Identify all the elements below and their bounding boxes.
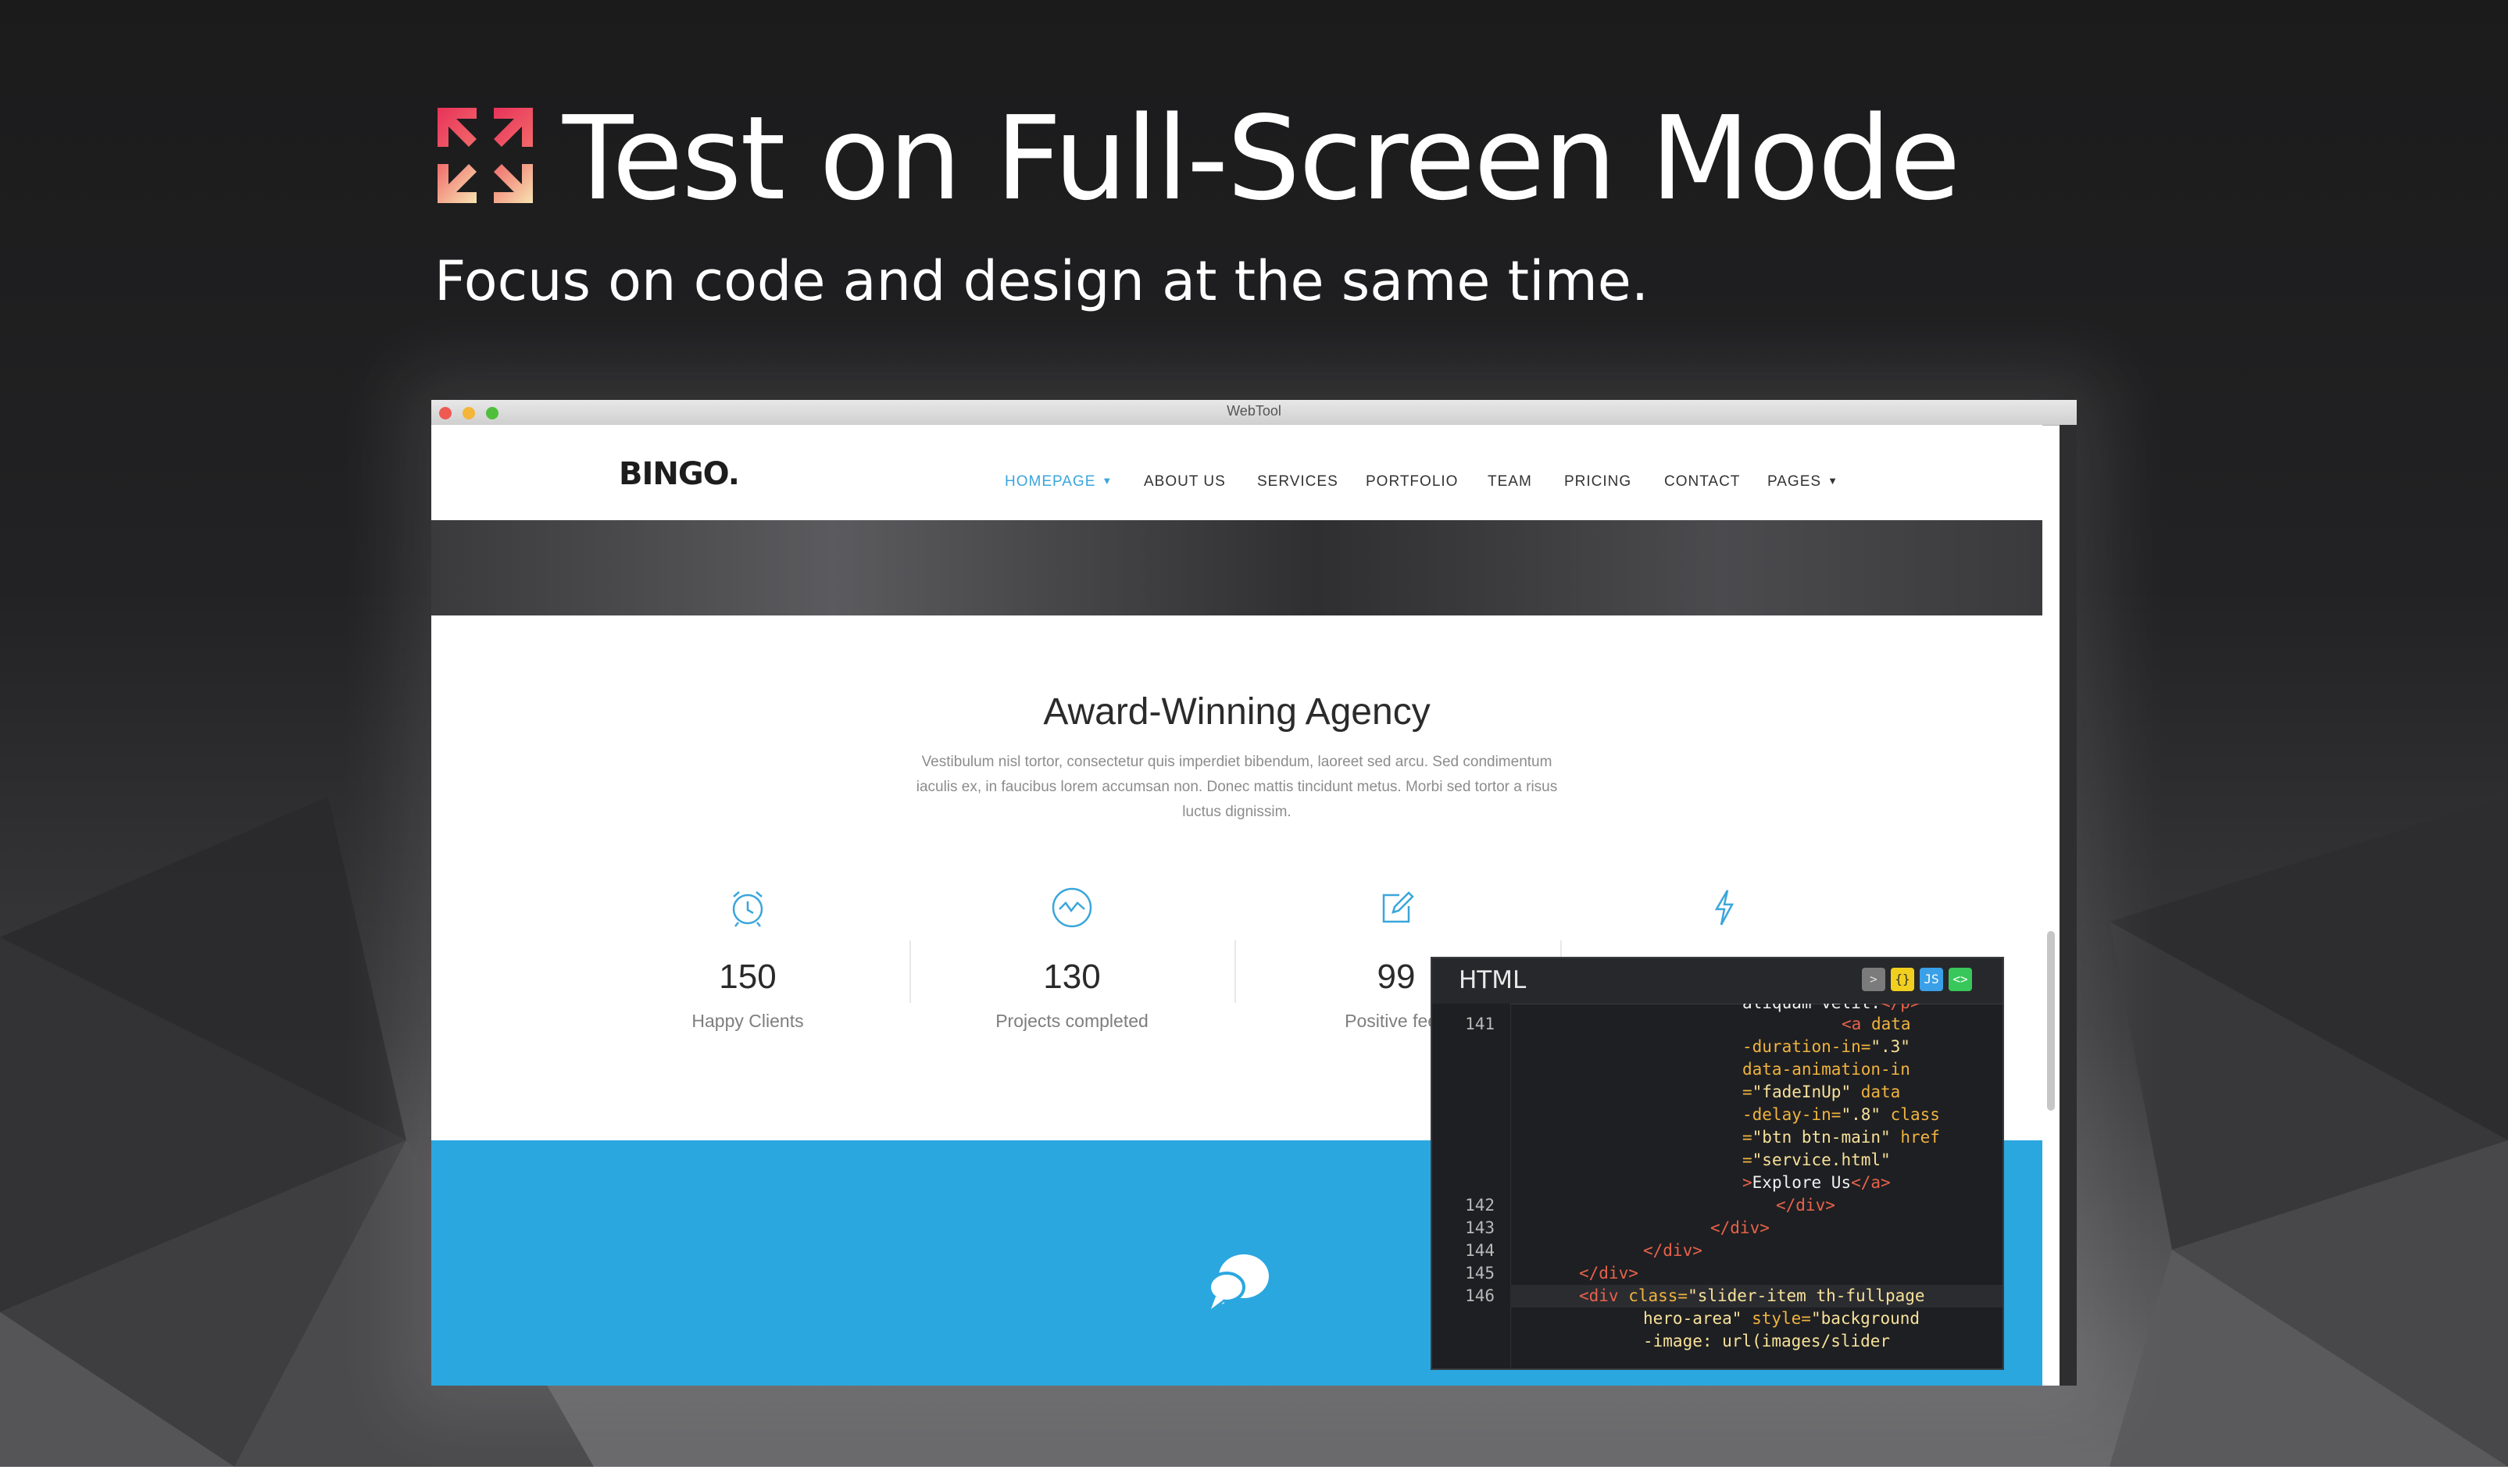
code-line-active: <div class="slider-item th-fullpage: [1510, 1285, 2002, 1307]
code-line: <a data: [1842, 1015, 1911, 1033]
code-editor[interactable]: aliquam velit.</p> <a data -duration-in=…: [1510, 1004, 2002, 1368]
code-line: </div>: [1710, 1218, 1770, 1237]
window-right-edge: [2060, 425, 2077, 1386]
page-scrollbar[interactable]: [2047, 931, 2055, 1111]
section-title: Award-Winning Agency: [1043, 691, 1431, 733]
stat-divider: [1234, 940, 1236, 1003]
code-line: ="btn btn-main" href: [1742, 1128, 1940, 1147]
activity-circle-icon: [955, 886, 1189, 933]
nav-item-label: PAGES: [1767, 473, 1822, 490]
stat-label: Projects completed: [995, 1011, 1149, 1031]
nav-item-team[interactable]: TEAM: [1488, 473, 1532, 491]
line-number: 143: [1465, 1218, 1495, 1237]
hero-image-strip: [431, 520, 2042, 615]
line-number: 146: [1465, 1286, 1495, 1305]
code-line: -duration-in=".3": [1742, 1037, 1910, 1056]
code-line: >Explore Us</a>: [1742, 1173, 1891, 1192]
alarm-clock-icon: [631, 886, 865, 933]
fullscreen-logo-icon: [438, 108, 533, 203]
collapse-control-icon[interactable]: >: [1862, 968, 1885, 991]
stat-divider: [909, 940, 911, 1003]
page-subheadline: Focus on code and design at the same tim…: [434, 249, 1649, 313]
nav-item-contact[interactable]: CONTACT: [1664, 473, 1740, 491]
line-number: 142: [1465, 1196, 1495, 1215]
line-number: 141: [1465, 1015, 1495, 1033]
window-titlebar: WebTool: [431, 400, 2077, 426]
site-navbar: BINGO. HOMEPAGE ▼ ABOUT US SERVICES PORTF…: [431, 425, 2042, 515]
bottom-strip: [0, 1467, 2508, 1484]
css-control-icon[interactable]: {}: [1891, 968, 1914, 991]
stat-label: Happy Clients: [691, 1011, 804, 1031]
code-panel-title: HTML: [1459, 966, 1527, 994]
code-line: </div>: [1776, 1196, 1835, 1215]
code-line: -delay-in=".8" class: [1742, 1105, 1940, 1124]
code-line: -image: url(images/slider: [1643, 1332, 1891, 1350]
code-line: hero-area" style="background: [1643, 1309, 1920, 1328]
section-description: Vestibulum nisl tortor, consectetur quis…: [916, 754, 1558, 820]
nav-item-homepage[interactable]: HOMEPAGE ▼: [1005, 473, 1113, 491]
html-code-panel: HTML > {} JS <> 141 142 143 144 145 146 …: [1431, 957, 2004, 1370]
caret-down-icon: ▼: [1827, 475, 1838, 487]
edit-icon: [1279, 886, 1513, 933]
code-line: ="service.html": [1742, 1150, 1891, 1169]
nav-item-label: HOMEPAGE: [1005, 473, 1096, 490]
lightning-icon: [1607, 886, 1842, 933]
stat-value: 130: [1043, 958, 1101, 996]
nav-item-portfolio[interactable]: PORTFOLIO: [1366, 473, 1458, 491]
nav-item-pages[interactable]: PAGES ▼: [1767, 473, 1838, 491]
js-control-icon[interactable]: JS: [1920, 968, 1943, 991]
window-title: WebTool: [1227, 403, 1281, 419]
line-number: 144: [1465, 1241, 1495, 1260]
nav-item-pricing[interactable]: PRICING: [1564, 473, 1631, 491]
caret-down-icon: ▼: [1102, 475, 1113, 487]
nav-item-about-us[interactable]: ABOUT US: [1144, 473, 1226, 491]
stat-value: 150: [719, 958, 777, 996]
code-line: </div>: [1579, 1264, 1638, 1282]
code-gutter: 141 142 143 144 145 146: [1432, 1004, 1511, 1368]
code-panel-header: HTML > {} JS <>: [1432, 958, 2002, 1004]
code-line: data-animation-in: [1742, 1060, 1910, 1079]
code-line: </div>: [1643, 1241, 1702, 1260]
code-line: ="fadeInUp" data: [1742, 1083, 1901, 1101]
nav-item-services[interactable]: SERVICES: [1257, 473, 1338, 491]
page-headline: Test on Full-Screen Mode: [563, 91, 1960, 226]
line-number: 145: [1465, 1264, 1495, 1282]
chat-bubbles-icon: [1208, 1254, 1269, 1309]
site-brand-logo[interactable]: BINGO.: [619, 456, 740, 492]
html-control-icon[interactable]: <>: [1949, 968, 1972, 991]
